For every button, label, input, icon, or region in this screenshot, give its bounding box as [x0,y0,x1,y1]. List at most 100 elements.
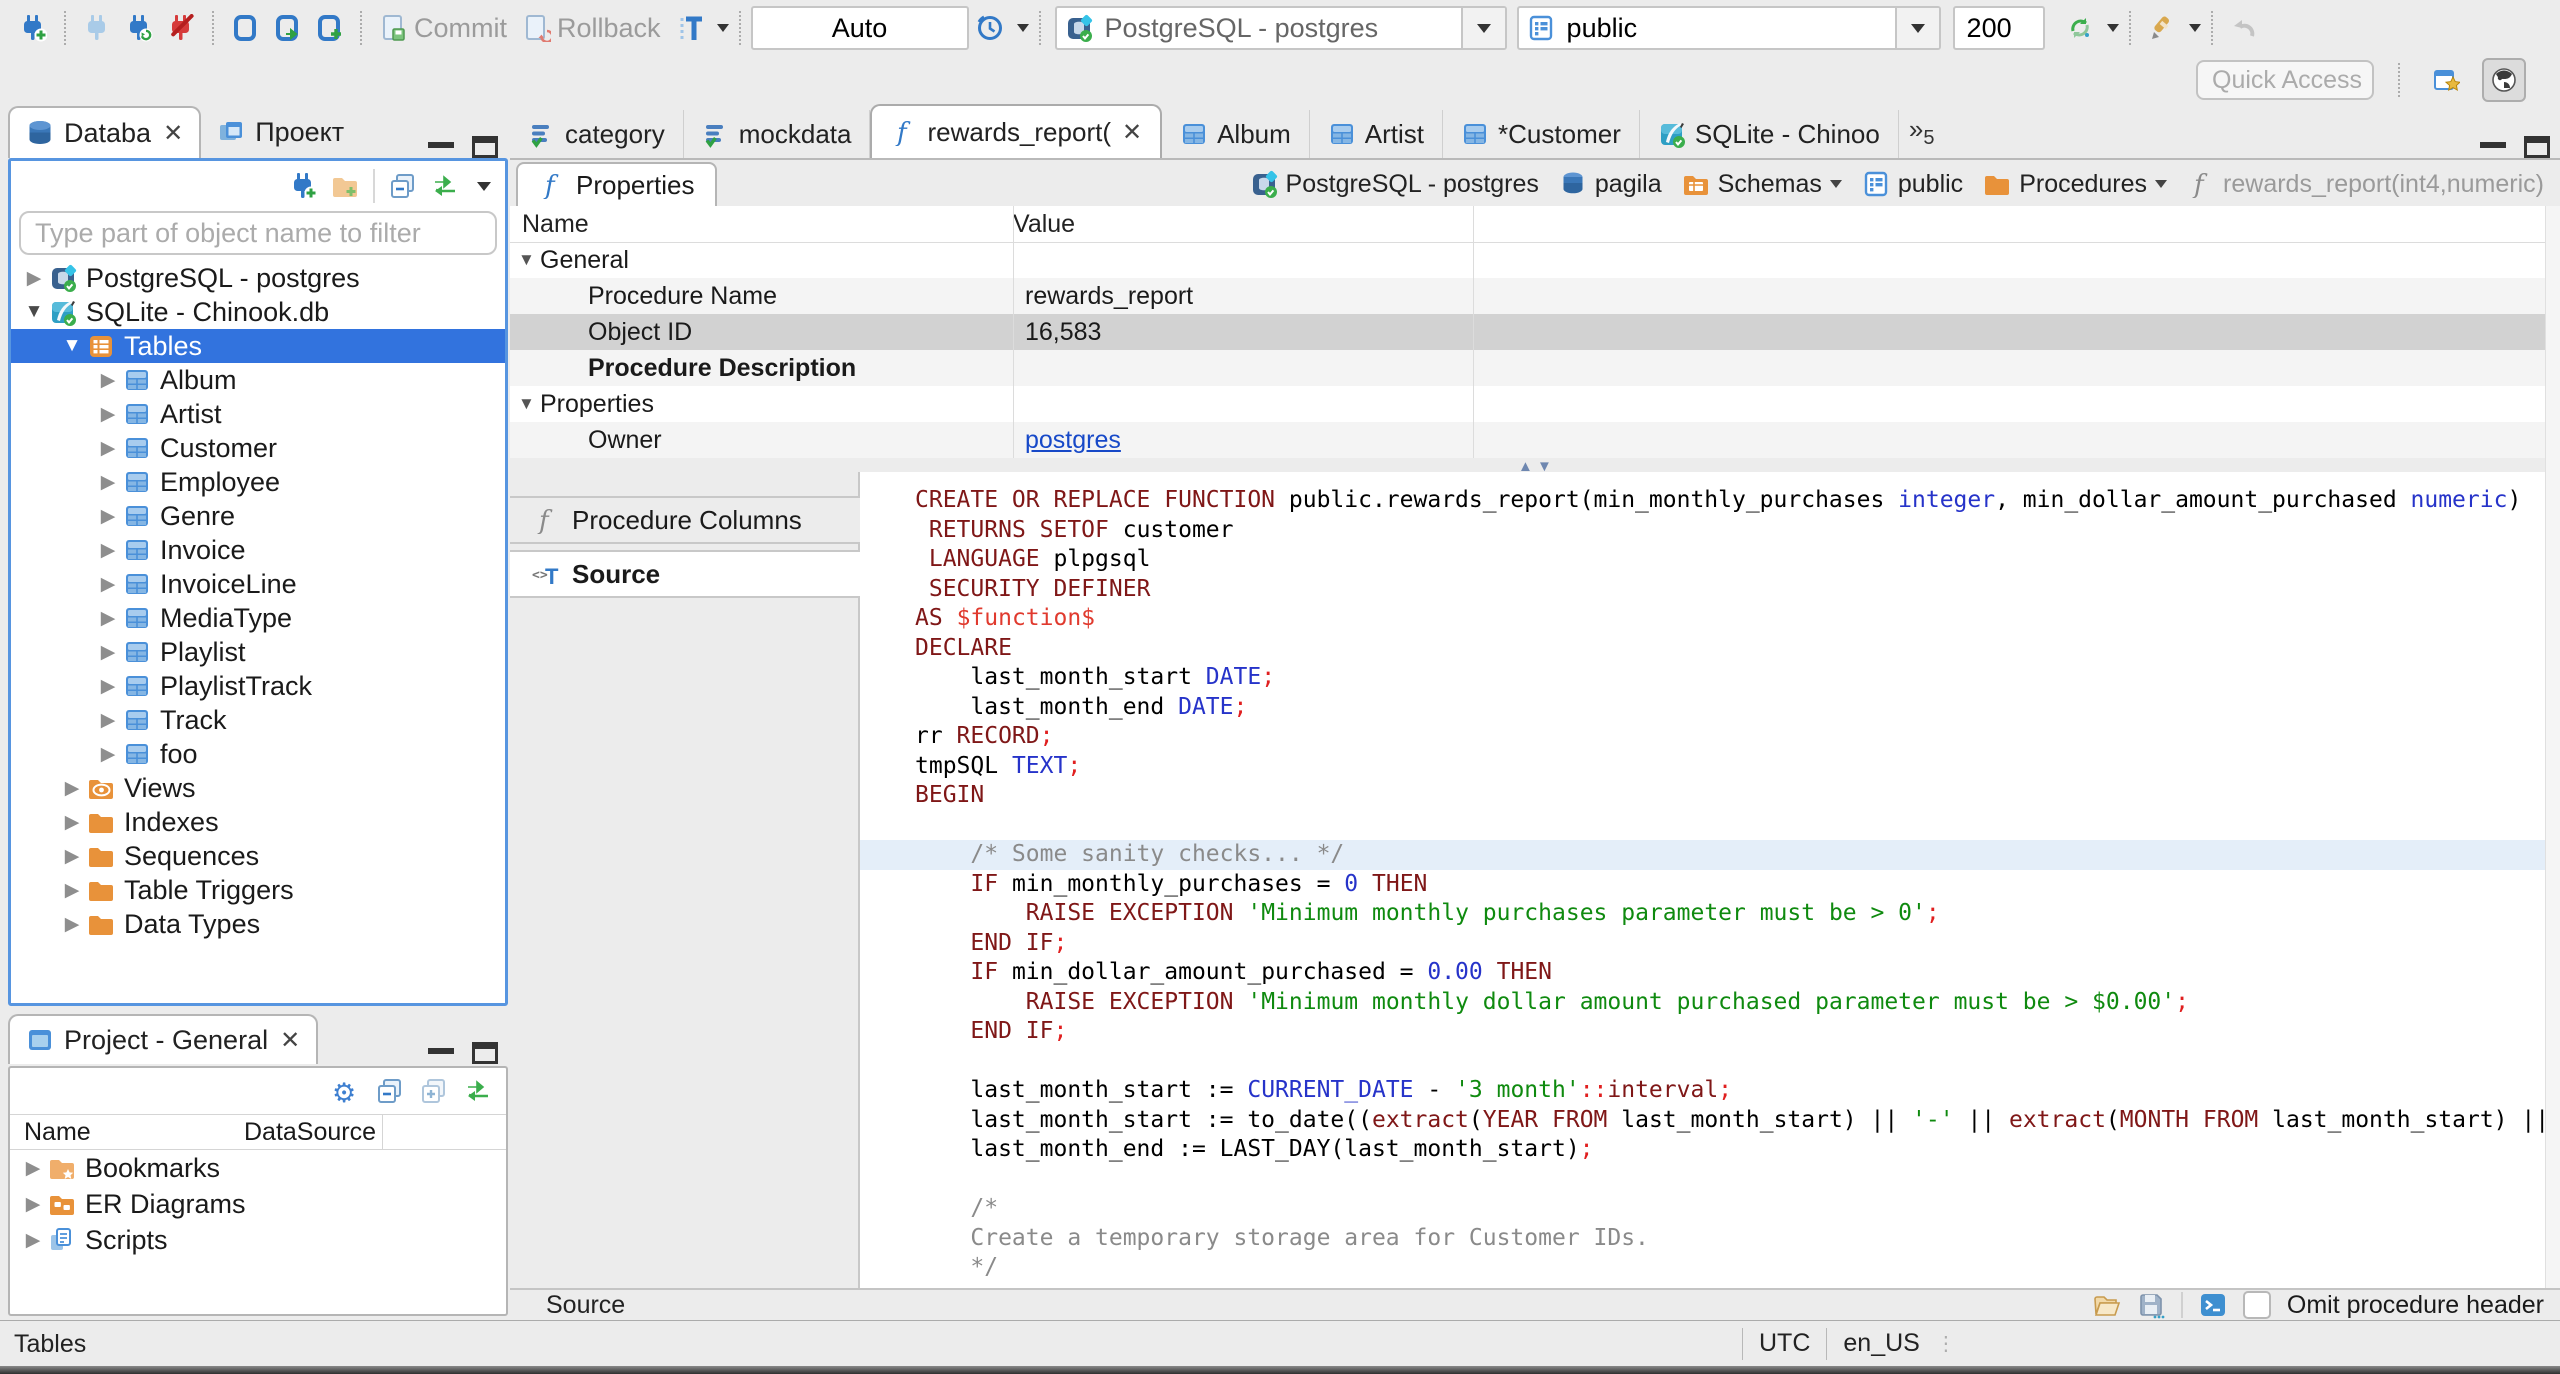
project-item-bookmarks[interactable]: ▶ Bookmarks [10,1150,506,1186]
maximize-icon[interactable] [2524,136,2550,158]
tree-item-postgresql-postgres[interactable]: ▶ PostgreSQL - postgres [11,261,505,295]
gear-icon[interactable]: ⚙ [332,1077,360,1105]
chevron-right-icon[interactable]: ▶ [93,505,123,528]
property-value[interactable]: postgres [1013,426,1121,455]
code-line[interactable]: RAISE EXCEPTION 'Minimum monthly purchas… [915,899,2545,929]
chevron-right-icon[interactable]: ▶ [93,641,123,664]
commit-button[interactable]: Commit [380,13,507,44]
tree-item-sqlite-chinook-db[interactable]: ▼ SQLite - Chinook.db [11,295,505,329]
tree-item-table-triggers[interactable]: ▶ Table Triggers [11,873,505,907]
chevron-down-icon[interactable]: ▼ [57,335,87,357]
code-line[interactable]: END IF; [915,929,2545,959]
dbeaver-perspective-button[interactable] [2482,58,2526,102]
breadcrumb-postgresql-postgres[interactable]: PostgreSQL - postgres [1250,170,1539,199]
view-menu-icon[interactable] [477,181,491,191]
transaction-log-dropdown-icon[interactable] [1016,24,1029,32]
new-connection-button[interactable] [289,172,317,200]
editor-tab--customer[interactable]: *Customer [1443,110,1640,158]
chevron-right-icon[interactable]: ▶ [93,471,123,494]
chevron-right-icon[interactable]: ▶ [57,913,87,936]
tree-item-genre[interactable]: ▶ Genre [11,499,505,533]
chevron-right-icon[interactable]: ▶ [93,743,123,766]
editor-tab-sqlite-chinoo[interactable]: SQLite - Chinoo [1640,110,1899,158]
open-perspective-button[interactable] [2424,58,2468,102]
vertical-scrollbar[interactable] [2545,206,2560,1288]
breadcrumb-procedures[interactable]: Procedures [1983,170,2168,199]
column-datasource[interactable]: DataSource [244,1118,376,1147]
grid-group-properties[interactable]: ▼ Properties [510,386,2545,422]
connect-button[interactable] [76,7,118,49]
minimize-icon[interactable] [428,142,454,152]
transaction-mode-dropdown-icon[interactable] [716,24,729,32]
code-line[interactable]: AS $function$ [915,604,2545,634]
code-line[interactable]: RAISE EXCEPTION 'Minimum monthly dollar … [915,988,2545,1018]
schema-combo-arrow[interactable] [1894,8,1939,48]
code-line[interactable] [915,811,2545,841]
chevron-right-icon[interactable]: ▶ [93,403,123,426]
breadcrumb-public[interactable]: public [1862,170,1963,199]
reconnect-button[interactable] [118,7,160,49]
open-in-sql-console-button[interactable] [2199,1291,2227,1319]
disconnect-button[interactable] [160,7,202,49]
chevron-right-icon[interactable]: ▶ [57,879,87,902]
timezone-label[interactable]: UTC [1743,1329,1826,1358]
editor-tab-rewards-report-[interactable]: f rewards_report(✕ [870,104,1163,158]
active-connection-combo[interactable]: PostgreSQL - postgres [1054,6,1507,50]
code-line[interactable]: END IF; [915,1017,2545,1047]
code-line[interactable]: */ [915,1253,2545,1283]
code-line[interactable]: tmpSQL TEXT; [915,752,2545,782]
new-connection-folder-button[interactable] [331,172,359,200]
link-with-editor-button[interactable] [464,1077,492,1105]
code-line[interactable]: BEGIN [915,781,2545,811]
tab-source[interactable]: <> T Source [510,550,862,598]
quick-access-input[interactable] [2196,60,2374,100]
close-icon[interactable]: ✕ [163,119,183,148]
tree-item-artist[interactable]: ▶ Artist [11,397,505,431]
code-line[interactable]: Create a temporary storage area for Cust… [915,1224,2545,1254]
breadcrumb-pagila[interactable]: pagila [1559,170,1662,199]
chevron-down-icon[interactable]: ▼ [19,301,49,323]
tab-overflow-button[interactable]: »5 [1899,114,1945,150]
chevron-right-icon[interactable]: ▶ [93,369,123,392]
code-line[interactable]: /* Some sanity checks... */ [860,840,2545,870]
minimize-icon[interactable] [428,1048,454,1058]
properties-source-splitter[interactable]: ▲ ▼ [510,458,2560,475]
locale-label[interactable]: en_US [1827,1329,1935,1358]
column-value[interactable]: Value [1013,210,1075,239]
minimize-icon[interactable] [2480,142,2506,152]
tree-item-invoiceline[interactable]: ▶ InvoiceLine [11,567,505,601]
close-icon[interactable]: ✕ [1122,118,1142,147]
tree-item-foo[interactable]: ▶ foo [11,737,505,771]
load-from-file-button[interactable] [2093,1291,2121,1319]
code-line[interactable]: /* [915,1194,2545,1224]
column-name[interactable]: Name [510,210,1013,239]
collapse-all-button[interactable] [389,172,417,200]
code-line[interactable]: last_month_end := LAST_DAY(last_month_st… [915,1135,2545,1165]
source-code-editor[interactable]: CREATE OR REPLACE FUNCTION public.reward… [860,472,2545,1288]
tree-item-sequences[interactable]: ▶ Sequences [11,839,505,873]
code-line[interactable]: last_month_start DATE; [915,663,2545,693]
chevron-down-icon[interactable] [2155,180,2168,188]
tree-item-tables[interactable]: ▼ Tables [11,329,505,363]
project-item-er-diagrams[interactable]: ▶ ER Diagrams [10,1186,506,1222]
tree-item-indexes[interactable]: ▶ Indexes [11,805,505,839]
tab-properties[interactable]: f Properties [516,162,717,206]
code-line[interactable]: LANGUAGE plpgsql [915,545,2545,575]
close-icon[interactable]: ✕ [280,1026,300,1055]
code-line[interactable] [915,1165,2545,1195]
code-line[interactable]: last_month_start := CURRENT_DATE - '3 mo… [915,1076,2545,1106]
code-line[interactable]: IF min_dollar_amount_purchased = 0.00 TH… [915,958,2545,988]
chevron-right-icon[interactable]: ▶ [18,1193,48,1216]
chevron-down-icon[interactable]: ▼ [518,250,540,270]
chevron-right-icon[interactable]: ▶ [57,811,87,834]
maximize-icon[interactable] [472,1042,498,1064]
grid-row-procedure-description[interactable]: Procedure Description [510,350,2545,386]
tree-item-mediatype[interactable]: ▶ MediaType [11,601,505,635]
chevron-right-icon[interactable]: ▶ [57,777,87,800]
tree-item-track[interactable]: ▶ Track [11,703,505,737]
collapse-all-button[interactable] [376,1077,404,1105]
maximize-icon[interactable] [472,136,498,158]
chevron-right-icon[interactable]: ▶ [18,1229,48,1252]
tab-procedure-columns[interactable]: f Procedure Columns [510,496,860,544]
chevron-right-icon[interactable]: ▶ [93,607,123,630]
